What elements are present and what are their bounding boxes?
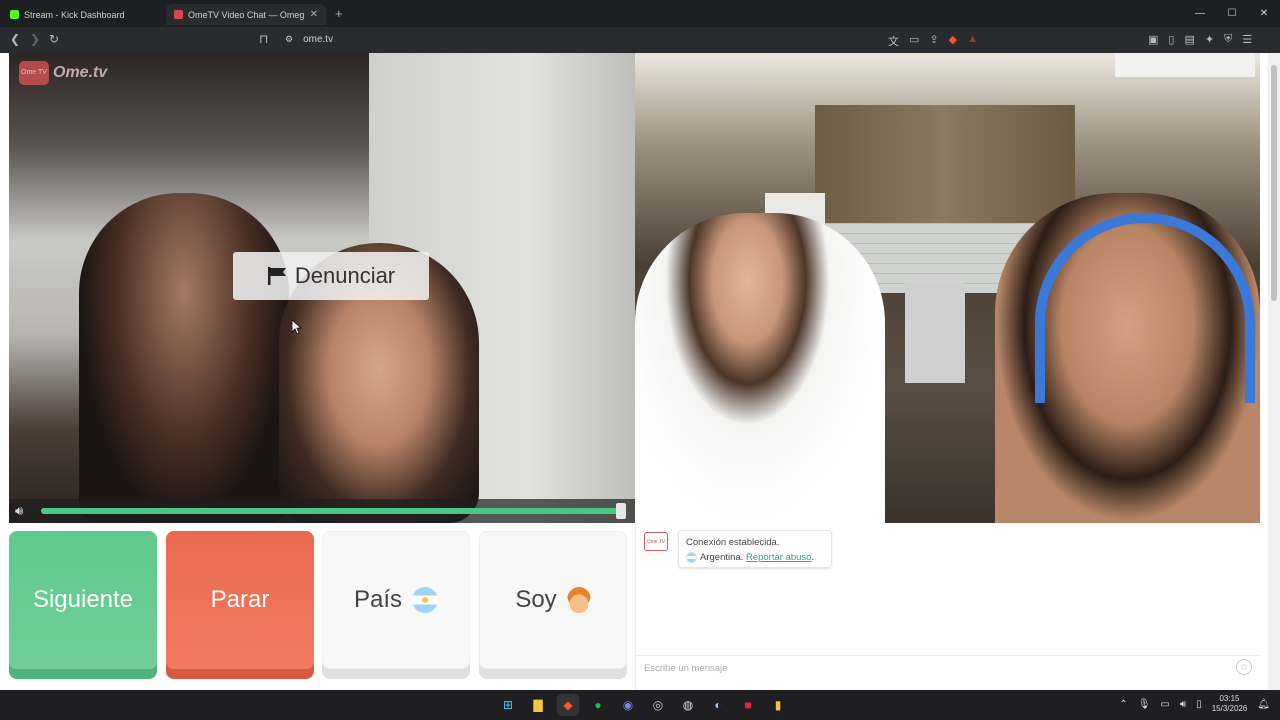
message-input[interactable]: Escribe un mensaje (636, 655, 1261, 680)
maximize-button[interactable]: ☐ (1216, 0, 1248, 27)
battery-icon[interactable]: ▯ (1196, 699, 1202, 710)
leo-icon[interactable]: ✦ (1205, 33, 1214, 46)
clock-date: 15/3/2026 (1211, 704, 1248, 713)
kick-favicon-icon (10, 10, 19, 19)
volume-bar: 🔊︎ (9, 499, 635, 523)
volume-slider[interactable] (41, 508, 625, 514)
toolbar-actions: ▣ ▯ ▤ ✦ ⛨ ☰ (1148, 33, 1252, 46)
self-person-1 (635, 213, 885, 523)
app-icon[interactable]: ◍ (677, 694, 699, 716)
window-controls: — ☐ ✕ (1184, 0, 1280, 27)
tab-title: Stream - Kick Dashboard (24, 9, 125, 20)
reader-icon[interactable]: ▣ (1148, 33, 1158, 46)
next-button[interactable]: Siguiente (9, 531, 157, 669)
volume-thumb[interactable] (616, 503, 626, 519)
boy-emoji-icon (566, 587, 591, 613)
ometv-logo-text: Ome.tv (53, 64, 108, 81)
red-app-icon[interactable]: ■ (737, 694, 759, 716)
reload-icon[interactable]: ↻ (49, 32, 59, 46)
system-message: Conexión establecida. Argentina. Reporta… (678, 530, 832, 568)
argentina-flag-icon (412, 587, 439, 613)
close-tab-icon[interactable]: ✕ (310, 9, 318, 20)
new-tab-button[interactable]: + (335, 6, 343, 21)
discord-icon[interactable]: ◉ (617, 694, 639, 716)
stranger-person-1 (79, 193, 289, 523)
mouse-cursor-icon (292, 320, 301, 334)
argentina-flag-icon (686, 551, 697, 563)
volume-fill (41, 508, 625, 514)
country-button[interactable]: País (322, 531, 470, 669)
tab-ometv[interactable]: OmeTV Video Chat — Omeg ✕ (166, 4, 326, 25)
speaker-icon[interactable]: 🔊︎ (15, 503, 37, 519)
stop-button[interactable]: Parar (166, 531, 314, 669)
ometv-chat-logo-icon: Ome TV (644, 532, 668, 551)
gender-button[interactable]: Soy (479, 531, 627, 669)
share-icon[interactable]: ⇪ (929, 33, 938, 49)
report-button[interactable]: Denunciar (233, 252, 429, 300)
emoji-icon[interactable]: ☺ (1236, 659, 1252, 675)
brave-shields-icon[interactable]: ◆ (949, 33, 957, 49)
obs-icon[interactable]: ◎ (647, 694, 669, 716)
scrollbar-thumb[interactable] (1271, 65, 1277, 301)
sidebar-icon[interactable]: ▯ (1168, 33, 1174, 46)
stranger-video: Ome TV Ome.tv Denunciar (9, 53, 635, 523)
clock[interactable]: 03:15 15/3/2026 (1212, 694, 1248, 714)
ometv-page: Ome TV Ome.tv Denunciar 🔊︎ Siguiente Par… (0, 53, 1280, 690)
file-explorer-icon[interactable]: ▇ (527, 694, 549, 716)
chevron-up-icon[interactable]: ⌃ (1119, 699, 1127, 710)
bookmark-icon[interactable]: ⊓ (259, 32, 268, 46)
steam-icon[interactable]: ◐ (707, 694, 729, 716)
ometv-logo: Ome TV Ome.tv (19, 61, 107, 85)
page-scrollbar[interactable] (1268, 53, 1280, 690)
flag-icon (267, 267, 286, 285)
forward-icon[interactable]: ❯ (30, 32, 40, 46)
country-name: Argentina. (700, 552, 744, 563)
cast-icon[interactable]: ▭ (909, 33, 919, 49)
close-window-button[interactable]: ✕ (1248, 0, 1280, 27)
translate-icon[interactable]: 文 (888, 33, 899, 49)
ometv-favicon-icon (174, 10, 183, 19)
network-icon[interactable]: ▭ (1160, 699, 1169, 710)
chat-panel: Ome TV Conexión establecida. Argentina. … (635, 523, 1261, 690)
notes-app-icon[interactable]: ▮ (767, 694, 789, 716)
connection-status: Conexión establecida. (686, 537, 780, 548)
tab-kick-dashboard[interactable]: Stream - Kick Dashboard (2, 4, 162, 25)
system-tray: ⌃ 🎙︎ ▭ 🔊︎ ▯ 03:15 15/3/2026 🔔︎ (1119, 694, 1270, 714)
volume-icon[interactable]: 🔊︎ (1180, 699, 1186, 710)
notification-bell-icon[interactable]: 🔔︎ (1257, 699, 1270, 710)
windows-start-icon[interactable]: ⊞ (497, 694, 519, 716)
self-video (635, 53, 1260, 523)
spotify-icon[interactable]: ● (587, 694, 609, 716)
country-line: Argentina. Reportar abuso. (686, 550, 824, 565)
vpn-icon[interactable]: ⛨ (1224, 33, 1232, 46)
clock-time: 03:15 (1219, 694, 1240, 703)
country-label: País (353, 586, 403, 613)
url-text: ome.tv (303, 34, 334, 45)
taskbar-apps: ⊞ ▇ ◆ ● ◉ ◎ ◍ ◐ ■ ▮ (497, 694, 789, 716)
microphone-icon[interactable]: 🎙︎ (1138, 699, 1151, 710)
brave-browser-icon[interactable]: ◆ (557, 694, 579, 716)
menu-icon[interactable]: ☰ (1242, 33, 1252, 46)
url-field[interactable]: ⚙ ome.tv (285, 34, 333, 45)
report-label: Denunciar (294, 263, 396, 288)
page-actions: 文 ▭ ⇪ ◆ ▲ (888, 33, 978, 49)
browser-tabbar: Stream - Kick Dashboard OmeTV Video Chat… (0, 0, 1280, 27)
site-info-icon[interactable]: ⚙ (285, 34, 293, 45)
ometv-logo-badge: Ome TV (19, 61, 49, 85)
tab-title: OmeTV Video Chat — Omeg (188, 9, 305, 20)
minimize-button[interactable]: — (1184, 0, 1216, 27)
brave-rewards-icon[interactable]: ▲ (967, 33, 978, 49)
address-bar: ❮ ❯ ↻ ⊓ ⚙ ome.tv 文 ▭ ⇪ ◆ ▲ ▣ ▯ ▤ ✦ ⛨ ☰ (0, 27, 1280, 53)
gender-label: Soy (515, 586, 557, 613)
report-abuse-link[interactable]: Reportar abuso (746, 552, 811, 563)
windows-taskbar: ⊞ ▇ ◆ ● ◉ ◎ ◍ ◐ ■ ▮ ⌃ 🎙︎ ▭ 🔊︎ ▯ 03:15 15… (0, 690, 1280, 720)
back-icon[interactable]: ❮ (10, 32, 20, 46)
wallet-icon[interactable]: ▤ (1184, 33, 1194, 46)
